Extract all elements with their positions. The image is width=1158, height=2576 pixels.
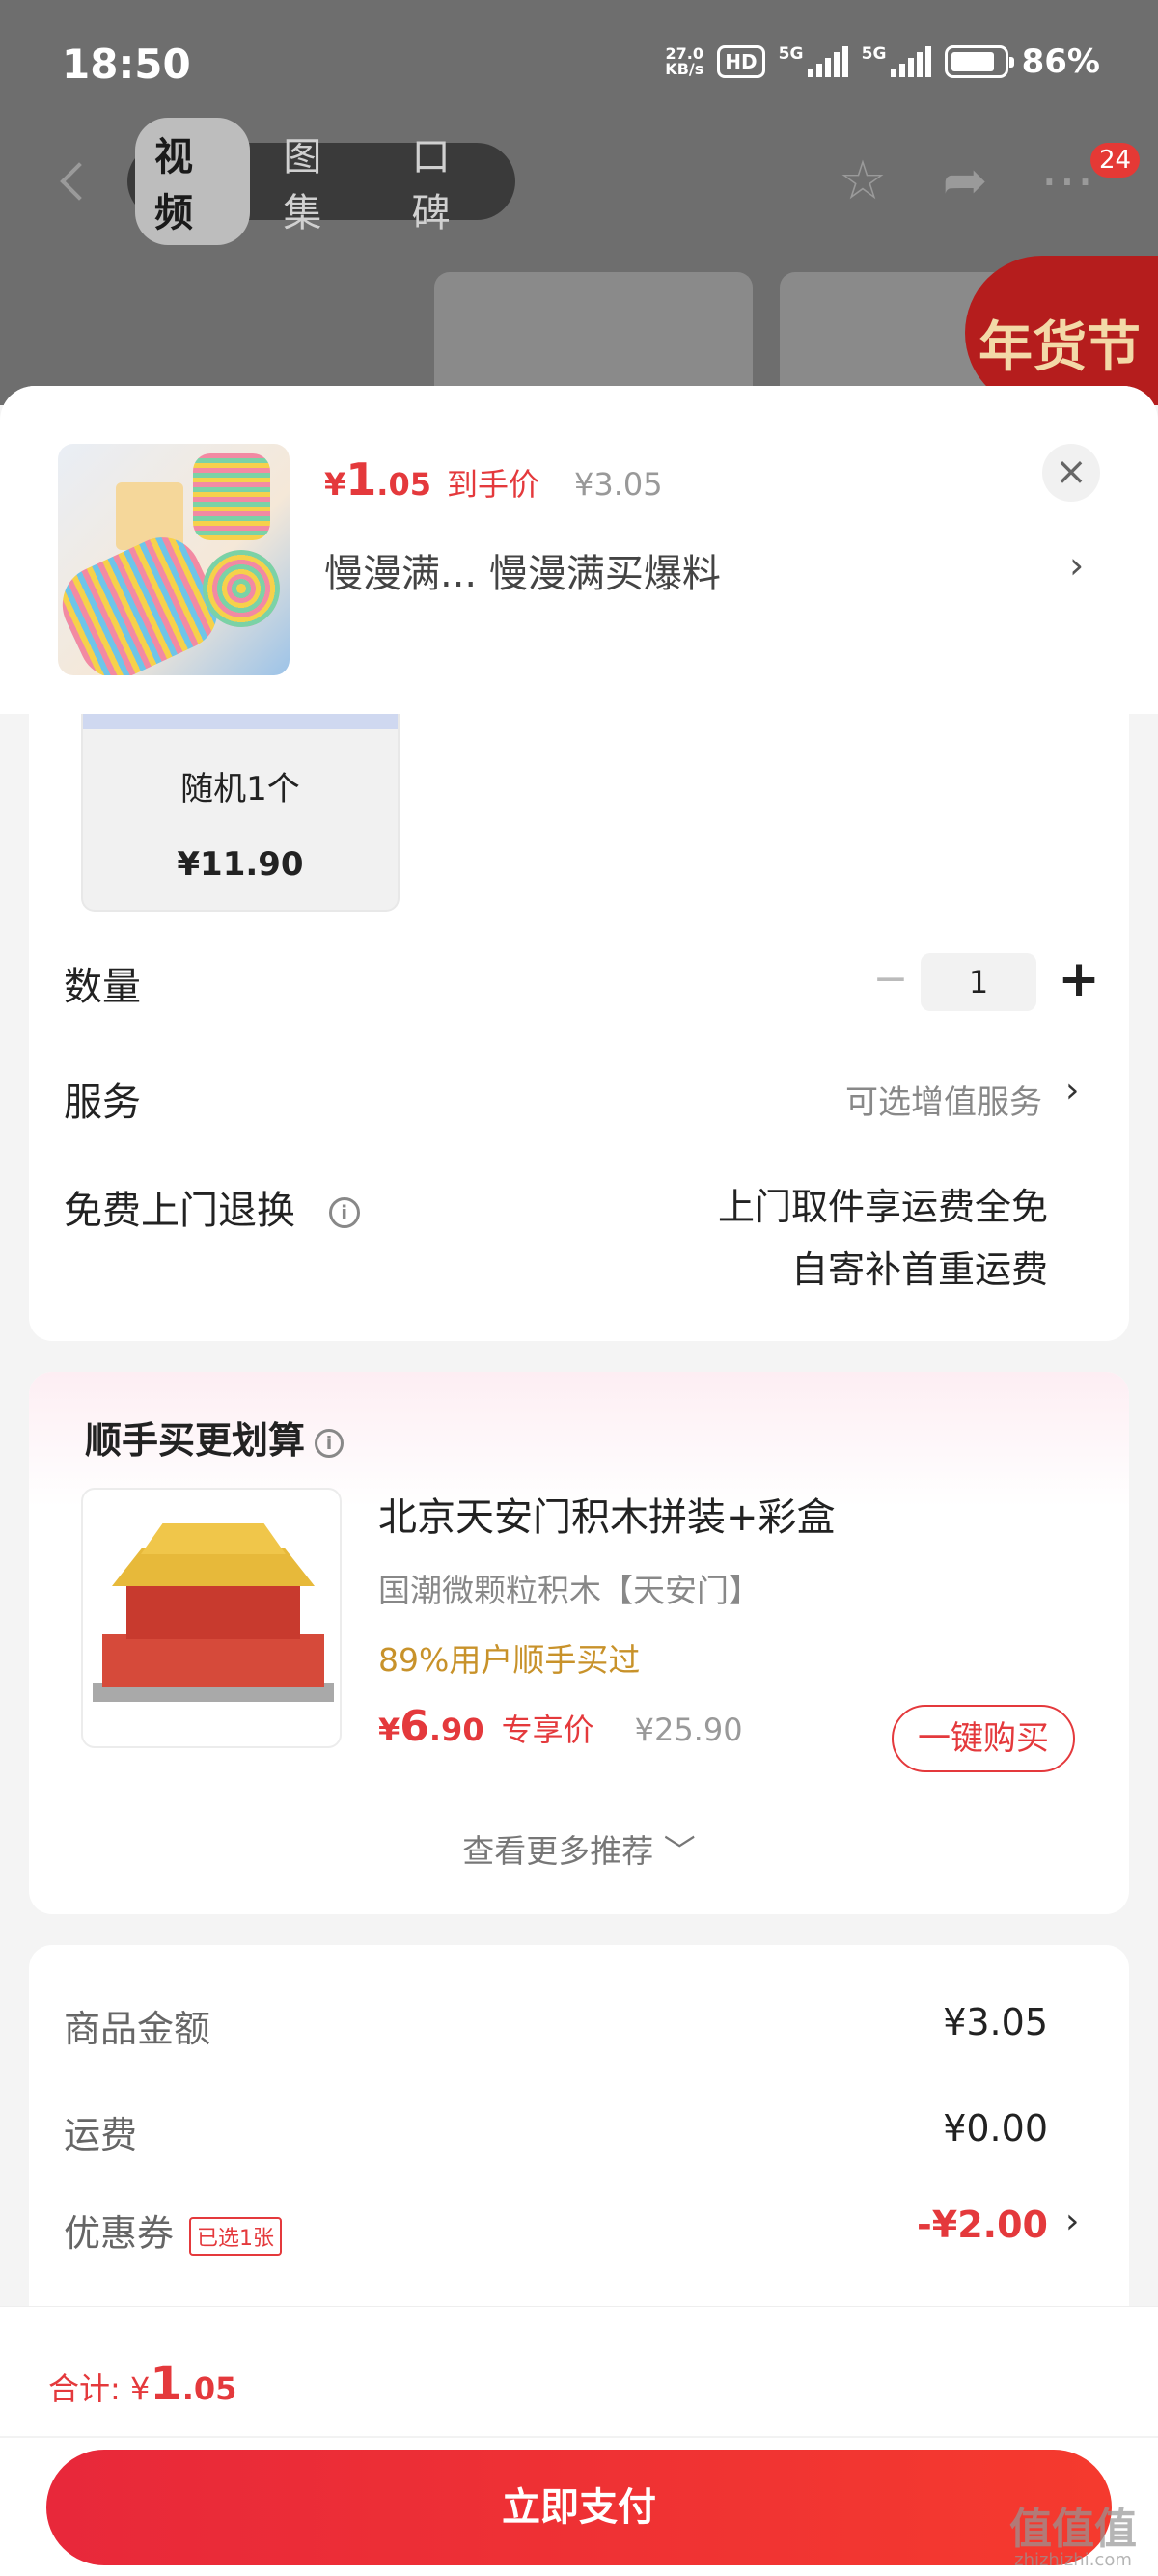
options-card: 随机1个 ¥11.90 数量 − 1 + 服务 可选增值服务 › 免费上门退换 … (29, 714, 1129, 1341)
sku-label: 随机1个 (180, 770, 300, 808)
coupon-value[interactable]: -¥2.00 (917, 2204, 1048, 2246)
original-price: ¥3.05 (573, 466, 663, 503)
recommend-thumbnail[interactable] (81, 1488, 342, 1748)
info-icon[interactable]: i (328, 1197, 360, 1228)
free-return-line-2: 自寄补首重运费 (790, 1248, 1048, 1291)
summary-card: 商品金额 ¥3.05 运费 ¥0.00 优惠券 已选1张 -¥2.00 › (29, 1945, 1129, 2331)
coupon-chevron-icon[interactable]: › (1065, 2202, 1079, 2241)
signal-icon-1: 5G (779, 44, 848, 77)
price-line: ¥1.05 到手价 ¥3.05 (324, 453, 663, 506)
share-icon[interactable]: ➦ (934, 152, 996, 214)
info-icon[interactable]: i (315, 1428, 345, 1458)
tab-video[interactable]: 视频 (135, 118, 251, 245)
close-button[interactable]: × (1042, 444, 1100, 502)
quantity-plus-button[interactable]: + (1050, 951, 1108, 1009)
final-price-tag: 到手价 (446, 466, 539, 503)
final-price: ¥1.05 (324, 453, 431, 506)
notification-badge: 24 (1090, 143, 1141, 178)
recommend-bought-rate: 89%用户顺手买过 (378, 1641, 641, 1679)
signal-icon-2: 5G (862, 44, 931, 77)
recommend-price-tag: 专享价 (501, 1712, 594, 1748)
media-tabs: 视频 图集 口碑 (127, 118, 515, 245)
service-label: 服务 (64, 1081, 141, 1125)
coupon-label[interactable]: 优惠券 已选1张 (64, 2204, 283, 2257)
status-time: 18:50 (62, 41, 191, 88)
back-button[interactable] (48, 154, 96, 208)
recommend-item-desc: 国潮微颗粒积木【天安门】 (378, 1572, 760, 1609)
quantity-label: 数量 (64, 965, 141, 1009)
free-return-label: 免费上门退换 i (64, 1179, 360, 1235)
top-nav: 视频 图集 口碑 ☆ ➦ ⋯ 24 (0, 118, 1158, 245)
more-icon[interactable]: ⋯ (1036, 152, 1098, 214)
hd-icon: HD (717, 45, 765, 78)
product-thumbnail[interactable] (58, 444, 290, 675)
status-bar: 18:50 27.0 KB/s HD 5G 5G 86% (0, 0, 1158, 125)
service-chevron-icon[interactable]: › (1065, 1071, 1079, 1110)
goods-amount-value: ¥3.05 (943, 2001, 1048, 2043)
goods-amount-label: 商品金额 (64, 2008, 211, 2050)
product-name[interactable]: 慢漫满... 慢漫满买爆料 (324, 542, 721, 598)
service-value[interactable]: 可选增值服务 (845, 1076, 1042, 1123)
recommend-title: 顺手买更划算 i (85, 1411, 345, 1464)
shipping-value: ¥0.00 (943, 2107, 1048, 2150)
sku-price: ¥11.90 (177, 845, 304, 884)
recommend-price-line: ¥6.90 专享价 ¥25.90 (378, 1702, 743, 1751)
recommend-original-price: ¥25.90 (634, 1712, 743, 1748)
more-recommend-link[interactable]: 查看更多推荐 ﹀ (29, 1825, 1129, 1872)
purchase-sheet: ¥1.05 到手价 ¥3.05 慢漫满... 慢漫满买爆料 › × 随机1个 ¥… (0, 386, 1158, 2576)
sku-option[interactable]: 随机1个 ¥11.90 (81, 714, 400, 912)
pay-now-button[interactable]: 立即支付 (46, 2450, 1112, 2565)
chevron-right-icon[interactable]: › (1069, 544, 1084, 587)
watermark-logo: 值值值 zhizhizhi.com (1009, 2505, 1137, 2570)
shipping-label: 运费 (64, 2114, 138, 2156)
tab-gallery[interactable]: 图集 (263, 118, 378, 245)
recommend-card: 顺手买更划算 i 北京天安门积木拼装+彩盒 国潮微颗粒积木【天安门】 89%用户顺… (29, 1372, 1129, 1914)
one-click-buy-button[interactable]: 一键购买 (892, 1705, 1075, 1772)
festival-badge[interactable]: 年货节 (965, 256, 1158, 405)
battery-percent: 86% (1021, 42, 1100, 81)
bottom-bar: 合计: ¥1.05 立即支付 (0, 2306, 1158, 2576)
star-icon[interactable]: ☆ (832, 152, 894, 214)
recommend-item-name[interactable]: 北京天安门积木拼装+彩盒 (378, 1486, 836, 1542)
free-return-line-1: 上门取件享运费全免 (717, 1186, 1048, 1228)
quantity-minus-button[interactable]: − (867, 957, 915, 1005)
coupon-selected-badge: 已选1张 (189, 2216, 283, 2256)
sheet-header: ¥1.05 到手价 ¥3.05 慢漫满... 慢漫满买爆料 › × (0, 386, 1158, 714)
tab-reviews[interactable]: 口碑 (393, 118, 508, 245)
recommend-price: ¥6.90 (378, 1702, 484, 1751)
status-indicators: 27.0 KB/s HD 5G 5G 86% (665, 42, 1100, 81)
total-amount: 合计: ¥1.05 (48, 2357, 237, 2411)
battery-icon (944, 45, 1014, 78)
quantity-input[interactable]: 1 (921, 953, 1036, 1011)
network-speed: 27.0 KB/s (665, 44, 704, 78)
